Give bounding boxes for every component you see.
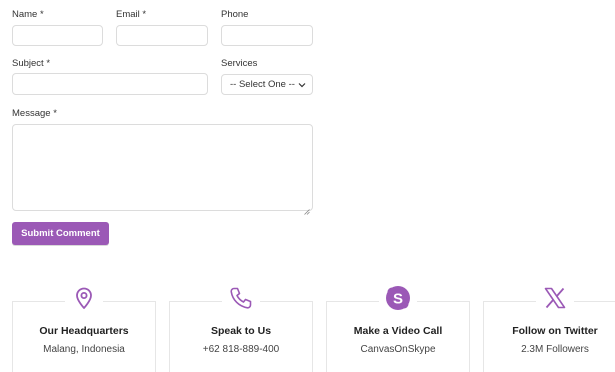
subject-input[interactable] [13, 74, 207, 95]
email-label-text: Email [116, 9, 140, 20]
chevron-down-icon [298, 82, 306, 88]
services-select[interactable]: -- Select One -- [221, 74, 313, 95]
card-subtitle: Malang, Indonesia [43, 344, 125, 355]
card-title: Speak to Us [210, 325, 272, 337]
card-video-call: S Make a Video Call CanvasOnSkype [326, 286, 470, 372]
svg-text:S: S [393, 291, 403, 308]
skype-icon: S [383, 283, 413, 313]
card-top-divider [417, 301, 469, 302]
email-field-wrap [116, 25, 208, 46]
subject-field-wrap [12, 73, 208, 95]
email-input[interactable] [117, 27, 207, 46]
required-mark: * [39, 9, 44, 20]
card-subtitle: +62 818-889-400 [202, 344, 280, 355]
name-field-wrap [12, 25, 103, 46]
card-title: Our Headquarters [39, 325, 129, 337]
card-subtitle: CanvasOnSkype [360, 344, 436, 355]
card-title: Make a Video Call [353, 325, 443, 337]
services-label-text: Services [221, 58, 258, 69]
name-label-text: Name [12, 9, 38, 20]
phone-label: Phone [221, 9, 248, 20]
subject-label: Subject * [12, 58, 50, 69]
card-top-divider [327, 301, 379, 302]
name-input[interactable] [13, 27, 102, 46]
card-subtitle: 2.3M Followers [521, 344, 589, 355]
card-top-divider [170, 301, 222, 302]
contact-page: Name * Email * Phone Subject * Services … [0, 0, 615, 372]
card-top-divider [484, 301, 536, 302]
message-label: Message * [12, 108, 57, 119]
email-label: Email * [116, 9, 146, 20]
x-twitter-icon [540, 283, 570, 313]
required-mark: * [53, 108, 57, 119]
card-title: Follow on Twitter [512, 325, 598, 337]
phone-field-wrap [221, 25, 313, 46]
submit-comment-button[interactable]: Submit Comment [12, 222, 109, 245]
resize-grip-icon[interactable] [304, 202, 310, 215]
phone-input[interactable] [222, 27, 312, 46]
subject-label-text: Subject [12, 58, 44, 69]
message-textarea[interactable] [13, 125, 312, 210]
message-field-wrap [12, 124, 313, 215]
card-top-divider [103, 301, 155, 302]
card-top-divider [13, 301, 65, 302]
message-label-text: Message [12, 108, 51, 119]
services-label: Services [221, 58, 257, 69]
card-twitter: Follow on Twitter 2.3M Followers [483, 287, 615, 372]
phone-icon [226, 283, 256, 313]
name-label: Name * [12, 9, 44, 20]
required-mark: * [142, 9, 147, 20]
card-top-divider [260, 301, 312, 302]
card-headquarters: Our Headquarters Malang, Indonesia [12, 287, 156, 372]
required-mark: * [46, 58, 51, 69]
card-speak-to-us: Speak to Us +62 818-889-400 [169, 287, 313, 372]
services-selected-value: -- Select One -- [230, 79, 295, 90]
map-pin-icon [69, 283, 99, 313]
phone-label-text: Phone [221, 9, 249, 20]
card-top-divider [574, 301, 615, 302]
